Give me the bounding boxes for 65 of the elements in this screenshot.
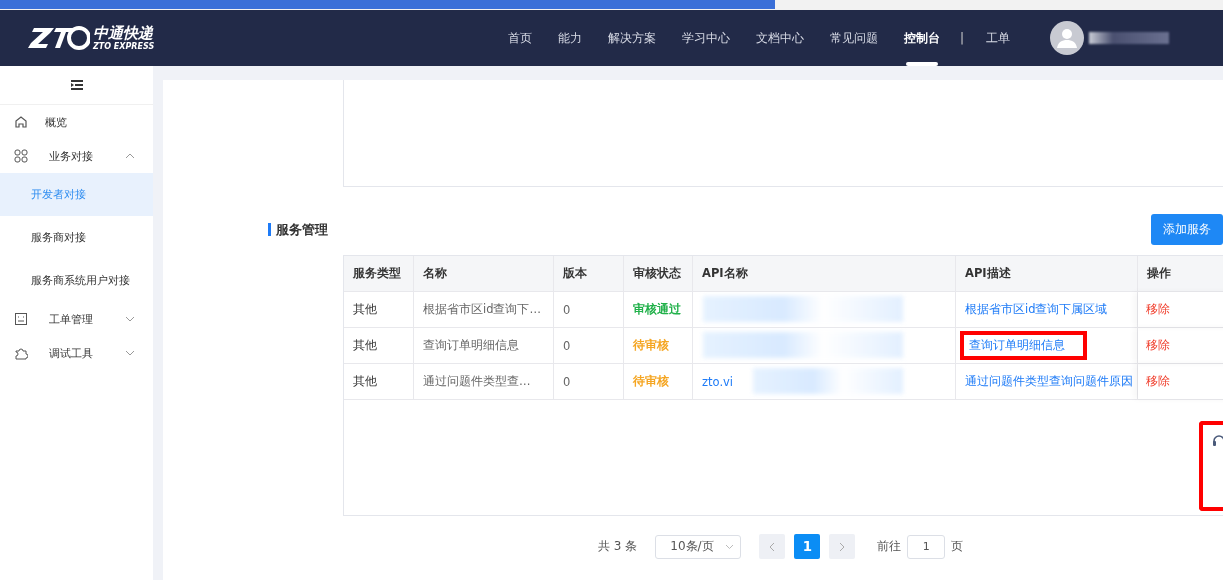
table-cell: 通过问题件类型查… xyxy=(414,364,554,399)
zto-logo-icon xyxy=(28,26,90,50)
column-header: API描述 xyxy=(956,256,1138,291)
column-header: 操作 xyxy=(1138,256,1223,291)
column-header: 名称 xyxy=(414,256,554,291)
home-icon xyxy=(14,115,28,129)
table-cell: zto.vi xyxy=(702,374,734,389)
page-suffix: 页 xyxy=(951,538,964,555)
sidebar-group[interactable]: 调试工具 xyxy=(0,336,153,370)
sidebar-label: 调试工具 xyxy=(49,345,94,361)
add-service-button[interactable]: 添加服务 xyxy=(1151,214,1223,245)
page-input[interactable]: 1 xyxy=(907,534,946,559)
avatar-icon[interactable] xyxy=(1050,21,1085,55)
sidebar-label: 概览 xyxy=(45,114,67,130)
logo-subtitle: ZTO EXPRESS xyxy=(93,42,155,51)
table-cell: 根据省市区id查询下… xyxy=(414,292,554,327)
api-description-link[interactable]: 根据省市区id查询下属区域 xyxy=(960,295,1113,324)
status-text: 待审核 xyxy=(633,373,669,390)
nav-link[interactable]: 解决方案 xyxy=(598,10,666,66)
table-cell: 其他 xyxy=(344,364,414,399)
table-cell: 其他 xyxy=(344,292,414,327)
column-header: API名称 xyxy=(693,256,956,291)
section-title: 服务管理 xyxy=(268,223,328,236)
page-size-select[interactable]: 10条/页 xyxy=(655,534,742,559)
column-header: 服务类型 xyxy=(344,256,414,291)
remove-link[interactable]: 移除 xyxy=(1146,338,1170,353)
nav-link[interactable]: 常见问题 xyxy=(820,10,888,66)
column-header: 版本 xyxy=(554,256,624,291)
logo-text: 中通快递 xyxy=(93,25,155,41)
remove-link[interactable]: 移除 xyxy=(1146,302,1170,317)
sidebar-label: 业务对接 xyxy=(49,148,94,164)
table-cell: 0 xyxy=(554,328,624,363)
goto-label: 前往 xyxy=(877,538,902,555)
chevron-right-icon xyxy=(839,541,846,552)
status-text: 待审核 xyxy=(633,337,669,354)
nav-link[interactable]: 控制台 xyxy=(894,10,950,66)
headset-icon xyxy=(1213,435,1223,447)
grid-icon xyxy=(14,149,28,163)
sidebar-label: 工单管理 xyxy=(49,311,94,327)
chevron-left-icon xyxy=(769,541,776,552)
sidebar-item[interactable]: 概览 xyxy=(0,105,153,139)
sidebar-group[interactable]: 业务对接 xyxy=(0,139,153,173)
sidebar-group[interactable]: 工单管理 xyxy=(0,302,153,336)
nav-link[interactable]: 学习中心 xyxy=(672,10,740,66)
nav-link[interactable]: 能力 xyxy=(548,10,592,66)
nav-link[interactable]: 工单 xyxy=(976,10,1021,66)
sidebar-subitem[interactable]: 服务商对接 xyxy=(0,216,153,259)
nav-link[interactable]: 文档中心 xyxy=(746,10,814,66)
table-cell: 0 xyxy=(554,364,624,399)
total-count: 共 3 条 xyxy=(598,538,638,555)
remove-link[interactable]: 移除 xyxy=(1146,374,1170,389)
table-cell: 其他 xyxy=(344,328,414,363)
menu-icon[interactable] xyxy=(70,80,83,90)
nav-link[interactable]: 首页 xyxy=(498,10,542,66)
logo[interactable]: 中通快递 ZTO EXPRESS xyxy=(28,25,468,51)
chevron-icon xyxy=(725,543,735,550)
api-description-link[interactable]: 通过问题件类型查询问题件原因 xyxy=(960,367,1138,396)
nav-separator: | xyxy=(960,31,965,45)
table-cell: 0 xyxy=(554,292,624,327)
api-description-link[interactable]: 查询订单明细信息 xyxy=(960,331,1087,360)
status-text: 审核通过 xyxy=(633,301,681,318)
form-icon xyxy=(14,312,28,326)
table-cell: 查询订单明细信息 xyxy=(414,328,554,363)
column-header: 审核状态 xyxy=(624,256,693,291)
sidebar-subitem[interactable]: 服务商系统用户对接 xyxy=(0,259,153,302)
